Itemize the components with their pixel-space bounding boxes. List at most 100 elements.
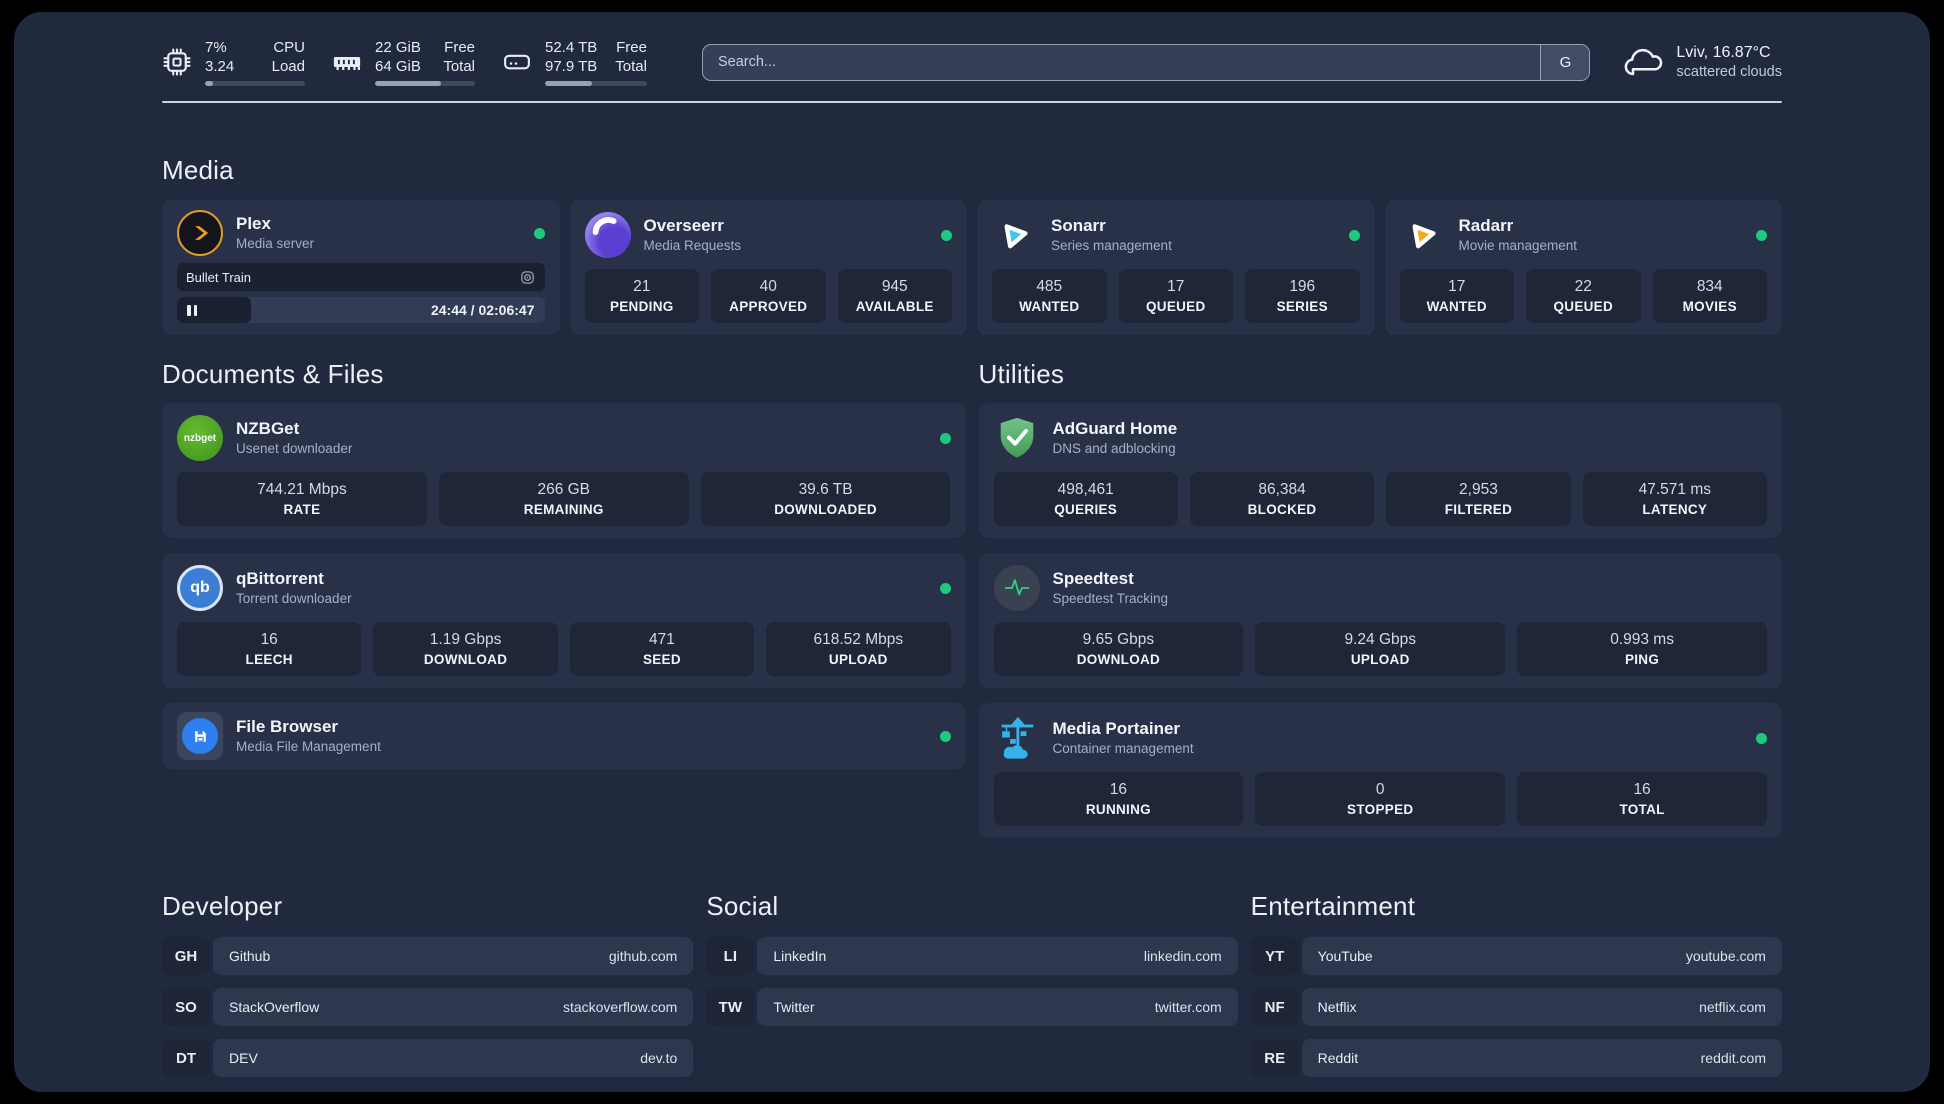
sonarr-icon: [992, 212, 1038, 258]
memory-widget: 22 GiB 64 GiB Free Total: [332, 38, 475, 86]
cpu-load-value: 3.24: [205, 58, 235, 75]
bookmark-url: reddit.com: [1700, 1050, 1766, 1066]
app-name: Radarr: [1458, 216, 1514, 235]
app-name: Plex: [236, 214, 271, 233]
weather-location-temp: Lviv, 16.87°C: [1676, 43, 1771, 61]
app-desc: Media Requests: [643, 238, 742, 253]
memory-progress-track: [375, 81, 475, 86]
stat-approved: 40 APPROVED: [711, 269, 826, 323]
stat-queries: 498,461 QUERIES: [993, 472, 1178, 526]
bookmark-linkedin[interactable]: LI LinkedIn linkedin.com: [706, 937, 1238, 975]
stat-leech: 16 LEECH: [177, 622, 362, 676]
stat-total: 16 TOTAL: [1517, 772, 1767, 826]
bookmark-twitter[interactable]: TW Twitter twitter.com: [706, 988, 1238, 1026]
bookmark-group-entertainment: Entertainment YT YouTube youtube.com NF …: [1250, 891, 1782, 1090]
memory-icon: [333, 57, 361, 70]
status-dot: [1756, 732, 1767, 744]
app-card-portainer[interactable]: Media Portainer Container management 16 R…: [978, 703, 1782, 838]
cpu-usage-value: 7%: [205, 39, 227, 56]
app-desc: Torrent downloader: [236, 591, 352, 606]
bookmark-name: Netflix: [1317, 999, 1357, 1015]
storage-total-label: Total: [615, 58, 647, 75]
search-input[interactable]: [702, 44, 1541, 80]
bookmark-group-developer: Developer GH Github github.com SO StackO…: [162, 891, 694, 1090]
app-card-qbittorrent[interactable]: qb qBittorrent Torrent downloader 16 LEEC…: [162, 553, 966, 688]
now-playing-bar: Bullet Train: [177, 263, 545, 291]
stat-upload: 9.24 Gbps UPLOAD: [1255, 622, 1506, 676]
bookmark-url: youtube.com: [1685, 948, 1766, 964]
adguard-icon: [994, 415, 1040, 461]
bookmark-url: linkedin.com: [1143, 948, 1222, 964]
section-title-entertainment: Entertainment: [1250, 891, 1416, 921]
status-dot: [941, 229, 952, 241]
bookmark-url: netflix.com: [1699, 999, 1766, 1015]
memory-total-value: 64 GiB: [375, 58, 421, 75]
bookmark-abbr: TW: [706, 988, 755, 1026]
bookmark-abbr: RE: [1250, 1039, 1299, 1077]
app-name: Overseerr: [643, 216, 724, 235]
cloud-icon: [1625, 48, 1663, 76]
search-bar: G: [701, 43, 1591, 81]
qbittorrent-icon: qb: [177, 565, 223, 611]
bookmark-netflix[interactable]: NF Netflix netflix.com: [1250, 988, 1782, 1026]
app-card-adguard[interactable]: AdGuard Home DNS and adblocking 498,461 Q…: [978, 403, 1782, 538]
bookmark-youtube[interactable]: YT YouTube youtube.com: [1250, 937, 1782, 975]
bookmark-dev[interactable]: DT DEV dev.to: [162, 1039, 694, 1077]
cpu-icon: [163, 48, 191, 76]
stat-running: 16 RUNNING: [993, 772, 1244, 826]
bookmark-group-social: Social LI LinkedIn linkedin.com TW Twitt…: [706, 891, 1238, 1090]
overseerr-icon: [584, 212, 631, 258]
cpu-usage-label: CPU: [273, 39, 305, 56]
section-title-documents: Documents & Files: [162, 359, 384, 389]
bookmark-url: github.com: [608, 948, 678, 964]
stat-downloaded: 39.6 TB DOWNLOADED: [700, 472, 951, 526]
app-card-speedtest[interactable]: Speedtest Speedtest Tracking 9.65 Gbps DO…: [978, 553, 1782, 688]
app-name: Media Portainer: [1052, 719, 1181, 738]
app-desc: Media server: [236, 236, 315, 251]
playback-progress: 24:44 / 02:06:47: [177, 297, 545, 323]
search-engine-button[interactable]: G: [1540, 44, 1590, 80]
app-desc: Speedtest Tracking: [1052, 591, 1169, 606]
bookmark-abbr: LI: [706, 937, 755, 975]
bookmark-name: Twitter: [773, 999, 815, 1015]
speedtest-icon: [993, 565, 1040, 611]
cpu-load-label: Load: [271, 58, 305, 75]
cpu-progress-fill: [205, 81, 213, 86]
storage-progress-fill: [545, 81, 592, 86]
stat-filtered: 2,953 FILTERED: [1386, 472, 1571, 526]
app-card-filebrowser[interactable]: File Browser Media File Management: [162, 703, 966, 769]
playback-time: 24:44 / 02:06:47: [430, 302, 535, 318]
bookmark-github[interactable]: GH Github github.com: [162, 937, 694, 975]
plex-icon: [177, 210, 223, 256]
dashboard-panel: 7% 3.24 CPU Load 22 GiB 64 GiB Free Total: [14, 12, 1930, 1092]
bookmark-url: stackoverflow.com: [562, 999, 678, 1015]
memory-free-value: 22 GiB: [375, 39, 421, 56]
now-playing-title: Bullet Train: [186, 269, 252, 285]
app-name: NZBGet: [236, 419, 300, 438]
weather-condition: scattered clouds: [1676, 63, 1782, 80]
utilities-column: Utilities AdGuard Home DNS and adblockin…: [978, 359, 1782, 853]
stat-download: 9.65 Gbps DOWNLOAD: [993, 622, 1244, 676]
bookmark-bar: LinkedIn linkedin.com: [757, 937, 1238, 975]
bookmark-abbr: GH: [162, 937, 210, 975]
stat-pending: 21 PENDING: [584, 269, 699, 323]
app-card-overseerr[interactable]: Overseerr Media Requests 21 PENDING 40 APP…: [569, 200, 967, 335]
app-card-sonarr[interactable]: Sonarr Series management 485 WANTED 17 QUE…: [977, 200, 1375, 335]
app-name: File Browser: [236, 717, 339, 736]
app-desc: Movie management: [1458, 238, 1578, 253]
bookmark-stackoverflow[interactable]: SO StackOverflow stackoverflow.com: [162, 988, 694, 1026]
status-dot: [533, 227, 545, 239]
bookmark-abbr: NF: [1250, 988, 1299, 1026]
status-dot: [939, 432, 951, 444]
pause-icon[interactable]: [187, 304, 197, 316]
app-card-radarr[interactable]: Radarr Movie management 17 WANTED 22 QUEUE…: [1384, 200, 1782, 335]
app-card-plex[interactable]: Plex Media server Bullet Train 24:44 / 0…: [162, 200, 560, 335]
app-card-nzbget[interactable]: nzbget NZBGet Usenet downloader 744.21 M…: [162, 403, 966, 538]
bookmark-bar: StackOverflow stackoverflow.com: [213, 988, 694, 1026]
app-name: qBittorrent: [236, 569, 324, 588]
memory-progress-fill: [375, 81, 441, 86]
bookmark-reddit[interactable]: RE Reddit reddit.com: [1250, 1039, 1782, 1077]
app-desc: Media File Management: [236, 739, 381, 754]
bookmark-name: LinkedIn: [773, 948, 827, 964]
bookmark-name: StackOverflow: [229, 999, 320, 1015]
